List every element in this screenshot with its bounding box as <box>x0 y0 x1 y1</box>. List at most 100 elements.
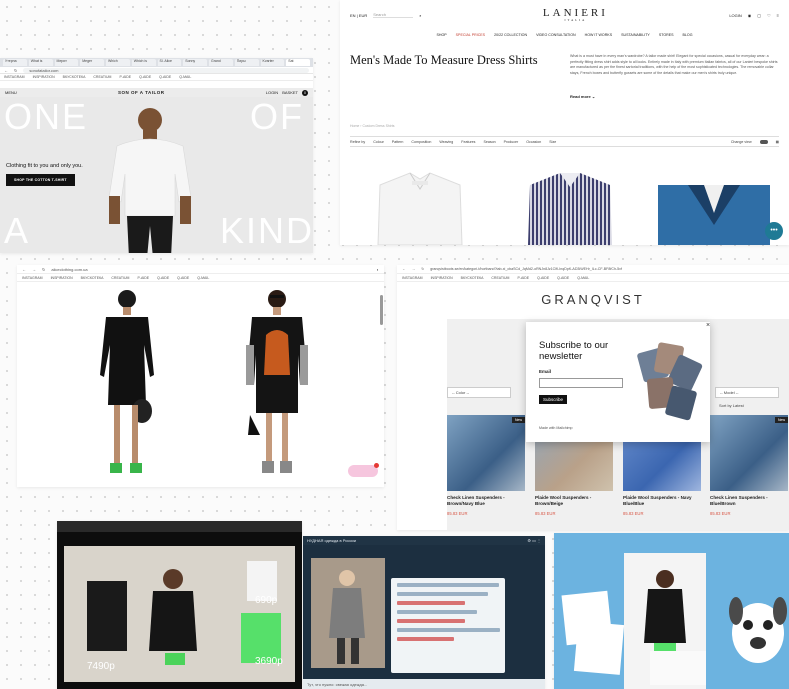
video-controls-icon[interactable]: ⚙ ▭ ⋮ <box>527 538 541 543</box>
product-name[interactable]: Plaide Wool Suspenders - Navy Blue/Blue <box>623 495 701 507</box>
chat-widget-button[interactable] <box>348 463 379 477</box>
browser-tab[interactable]: Пиры <box>234 59 259 66</box>
product-image-striped-shirt[interactable] <box>520 165 620 245</box>
bookmark[interactable]: P-AIDE <box>119 75 131 79</box>
browser-tab-active[interactable]: Sat <box>286 59 310 66</box>
browser-tab[interactable]: Meger <box>80 59 104 66</box>
browser-tab[interactable]: Утерна <box>3 59 27 66</box>
color-filter-select[interactable]: -- Color -- <box>447 387 511 398</box>
account-icon[interactable]: ◉ <box>748 13 752 18</box>
email-field[interactable] <box>539 378 623 388</box>
product-photo-black-dress[interactable] <box>92 285 162 485</box>
filter-pattern[interactable]: Pattern <box>392 140 404 144</box>
brand-logo[interactable]: LANIERI ITALIA <box>543 8 608 22</box>
browser-tab[interactable]: Kvarter <box>260 59 285 66</box>
product-image[interactable]: New <box>447 415 525 491</box>
basket-link[interactable]: BASKET <box>282 90 298 95</box>
close-popup-button[interactable]: × <box>706 322 710 329</box>
reload-icon[interactable]: ↻ <box>14 68 17 73</box>
search-icon[interactable]: ⌕ <box>419 13 421 18</box>
scrollbar-thumb[interactable] <box>380 295 383 325</box>
nav-video-consultation[interactable]: VIDEO CONSULTATION <box>536 33 576 37</box>
brand-logo[interactable]: SON OF A TAILOR <box>118 90 165 95</box>
bookmark[interactable]: INSPIRATION <box>431 276 453 280</box>
browser-tab[interactable]: What is <box>28 59 53 66</box>
nav-stores[interactable]: STORES <box>659 33 674 37</box>
browser-tab[interactable]: Grand <box>209 59 233 66</box>
forward-icon[interactable]: → <box>32 267 36 272</box>
bookmark[interactable]: Q-AIDE <box>157 276 169 280</box>
product-name[interactable]: Check Linen Suspenders - Blue/Brown <box>710 495 788 507</box>
bookmark[interactable]: Q-AIDE <box>537 276 549 280</box>
browser-tab[interactable]: Which <box>106 59 130 66</box>
login-link[interactable]: LOGIN <box>266 90 278 95</box>
bookmark[interactable]: Q-AIDE <box>139 75 151 79</box>
bookmark[interactable]: CREATIUM <box>93 75 111 79</box>
breadcrumb[interactable]: Home › Custom Dress Shirts <box>350 124 395 128</box>
toggle-switch-icon[interactable] <box>759 139 768 144</box>
subscribe-button[interactable]: Subscribe <box>539 395 568 404</box>
bookmark[interactable]: Q-MAIL <box>197 276 209 280</box>
language-currency-selector[interactable]: EN | EUR <box>350 13 367 18</box>
bookmark[interactable]: INSTAGRAM <box>4 75 25 79</box>
reload-icon[interactable]: ↻ <box>42 267 45 272</box>
product-name[interactable]: Check Linen Suspenders - Brown/Navy Blue <box>447 495 525 507</box>
brand-logo[interactable]: GRANQVIST <box>397 292 789 307</box>
product-card[interactable]: New Check Linen Suspenders - Brown/Navy … <box>447 415 525 516</box>
model-filter-select[interactable]: -- Model -- <box>715 387 779 398</box>
browser-tab[interactable]: Мерит <box>54 59 79 66</box>
bookmark[interactable]: Q-AIDE <box>159 75 171 79</box>
bookmark[interactable]: INSTAGRAM <box>22 276 43 280</box>
url-field[interactable]: sonofatailor.com <box>23 67 309 73</box>
wishlist-icon[interactable]: ♡ <box>767 13 771 18</box>
nav-shop[interactable]: SHOP <box>436 33 446 37</box>
product-image[interactable]: New <box>710 415 788 491</box>
product-image-blue-jacket[interactable] <box>658 185 770 245</box>
product-name[interactable]: Plaide Wool Suspenders - Brown/Beige <box>535 495 613 507</box>
nav-blog[interactable]: BLOG <box>683 33 693 37</box>
bookmark[interactable]: Q-AIDE <box>557 276 569 280</box>
filter-occasion[interactable]: Occasion <box>526 140 541 144</box>
extension-icon[interactable]: ◐ <box>377 267 379 272</box>
browser-tab[interactable]: Sl. Alice <box>157 59 182 66</box>
bookmark[interactable]: P-AIDE <box>137 276 149 280</box>
bookmark[interactable]: ВКУСКОТЕКА <box>461 276 484 280</box>
back-icon[interactable]: ← <box>402 267 406 271</box>
bookmark[interactable]: ВКУСКОТЕКА <box>63 75 86 79</box>
nav-how-it-works[interactable]: HOW IT WORKS <box>585 33 613 37</box>
product-image-white-shirt[interactable] <box>370 165 470 245</box>
url-field[interactable]: granqvistboots.se/en/kategori-t/hortband… <box>430 267 784 271</box>
bookmark[interactable]: Q-MAIL <box>577 276 589 280</box>
back-icon[interactable]: ← <box>4 68 8 73</box>
nav-special-prices[interactable]: SPECIAL PRICES <box>456 33 485 37</box>
product-card[interactable]: New Check Linen Suspenders - Blue/Brown … <box>710 415 788 516</box>
bookmark[interactable]: ВКУСКОТЕКА <box>81 276 104 280</box>
menu-button[interactable]: MENU <box>5 90 17 95</box>
bookmark[interactable]: P-AIDE <box>517 276 529 280</box>
cart-icon[interactable]: ▢ <box>757 13 761 18</box>
filter-size[interactable]: Size <box>549 140 556 144</box>
filter-features[interactable]: Features <box>461 140 475 144</box>
read-more-link[interactable]: Read more ⌄ <box>570 94 595 99</box>
bookmark[interactable]: CREATIUM <box>111 276 129 280</box>
forward-icon[interactable]: → <box>412 267 416 271</box>
filter-weaving[interactable]: Weaving <box>439 140 453 144</box>
bookmark[interactable]: Q-AIDE <box>177 276 189 280</box>
grid-view-icon[interactable]: ▦ <box>776 140 779 144</box>
bookmark[interactable]: CREATIUM <box>491 276 509 280</box>
bookmark[interactable]: INSPIRATION <box>51 276 73 280</box>
login-link[interactable]: LOGIN <box>729 13 741 18</box>
browser-tab[interactable]: Sonny <box>183 59 207 66</box>
bookmark[interactable]: INSPIRATION <box>33 75 55 79</box>
menu-icon[interactable]: ≡ <box>777 13 779 18</box>
change-view-toggle[interactable]: Change view <box>731 140 752 144</box>
url-field[interactable]: aliceclothing.com.ua <box>51 267 370 272</box>
product-photo-print-tshirt-dress[interactable] <box>242 285 312 485</box>
sort-select[interactable]: Sort by Latest <box>715 401 787 412</box>
filter-composition[interactable]: Composition <box>411 140 431 144</box>
shop-tshirt-button[interactable]: SHOP THE COTTON T-SHIRT <box>6 174 75 186</box>
browser-tab[interactable]: Which is <box>131 59 156 66</box>
filter-colour[interactable]: Colour <box>373 140 384 144</box>
nav-sustainability[interactable]: SUSTAINABILITY <box>621 33 650 37</box>
chat-button[interactable]: ••• <box>765 222 783 240</box>
